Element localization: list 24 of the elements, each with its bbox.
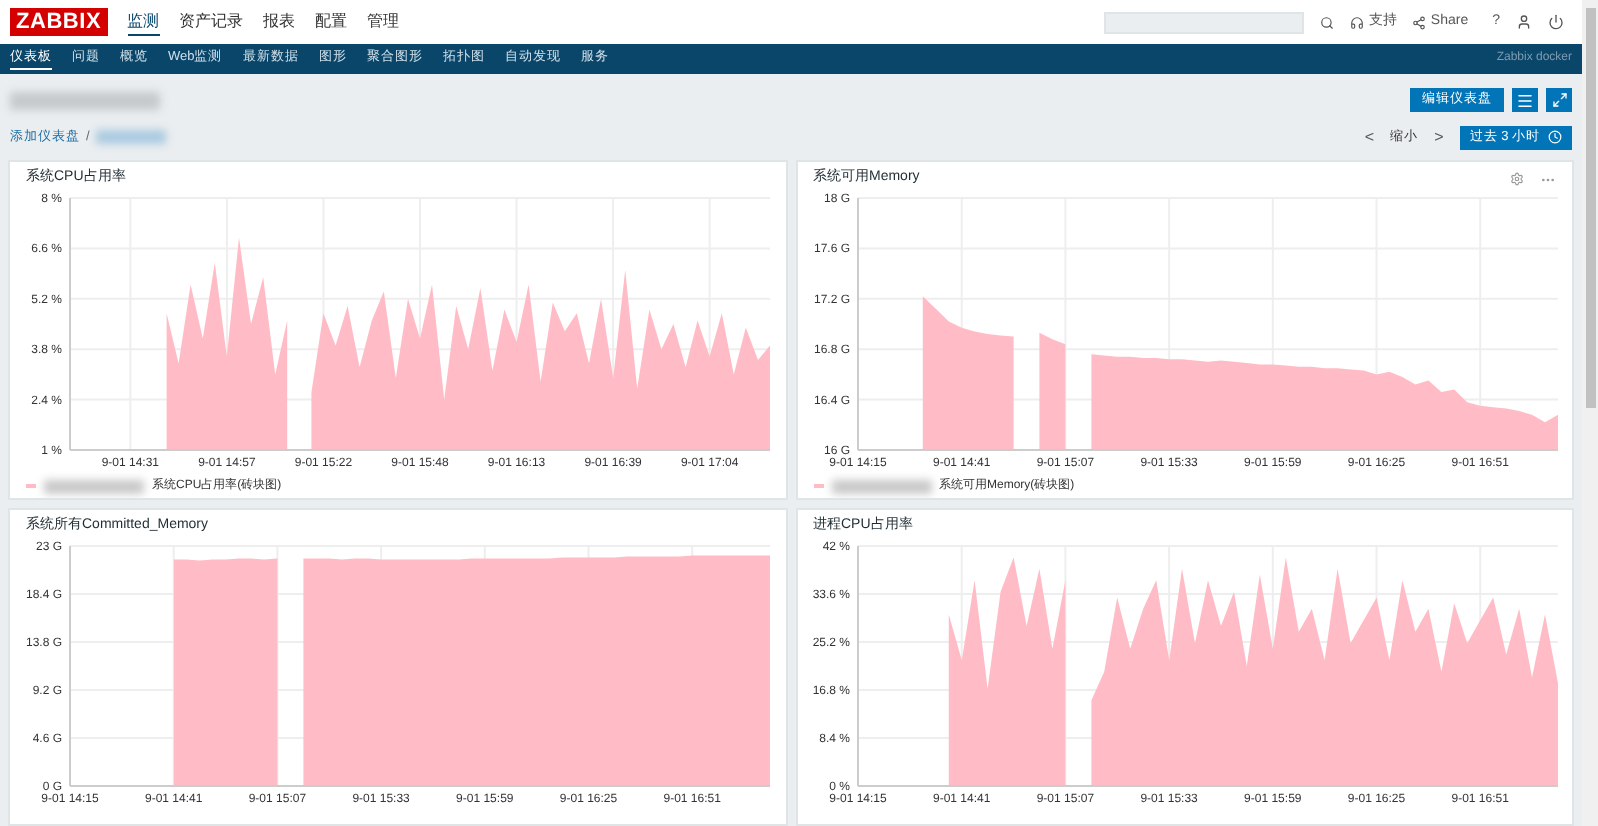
list-button[interactable] <box>1512 88 1538 112</box>
menu-tab[interactable]: 管理 <box>367 9 400 35</box>
menu-tab[interactable]: 报表 <box>263 9 296 35</box>
menu-tab[interactable]: 资产记录 <box>179 9 244 35</box>
fullscreen-icon <box>1551 92 1567 108</box>
fullscreen-button[interactable] <box>1546 88 1572 112</box>
menu-icon <box>1516 91 1534 109</box>
share-icon <box>1412 15 1427 29</box>
logo[interactable]: ZABBIX <box>10 8 108 36</box>
user-icon[interactable] <box>1516 14 1532 30</box>
redacted-text <box>44 479 144 493</box>
logout-icon[interactable] <box>1548 14 1564 30</box>
clock-icon <box>1548 130 1562 144</box>
previous-button[interactable]: < <box>1364 129 1375 145</box>
menu-tab[interactable]: 监测 <box>127 9 160 35</box>
scrollbar[interactable] <box>1582 0 1598 826</box>
next-button[interactable]: > <box>1434 129 1444 145</box>
redacted-text <box>95 130 166 144</box>
search-field[interactable] <box>1104 11 1305 33</box>
search-icon[interactable] <box>1320 15 1335 29</box>
headset-icon <box>1350 15 1365 29</box>
redacted-text <box>831 479 931 493</box>
menu-tab[interactable]: 配置 <box>315 9 348 35</box>
settings-icon[interactable] <box>1510 172 1524 186</box>
